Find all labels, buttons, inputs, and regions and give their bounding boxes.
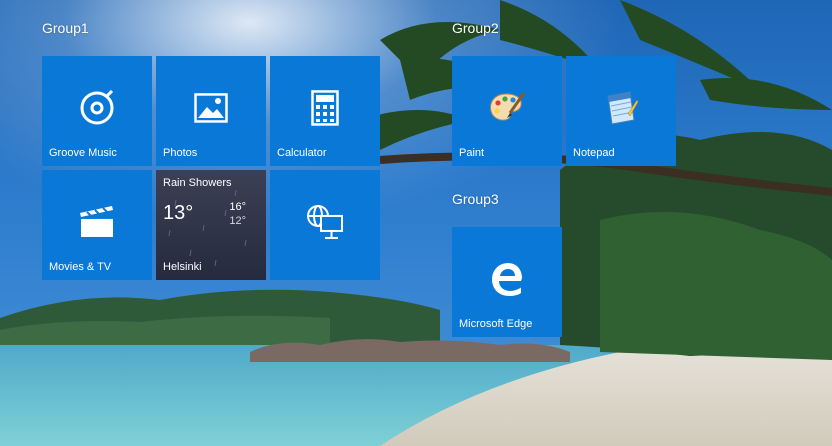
weather-temperature: 13° xyxy=(163,202,194,224)
group-label-2: Group2 xyxy=(452,20,499,36)
tile-groove-music[interactable]: Groove Music xyxy=(42,56,152,166)
tile-label: Photos xyxy=(163,147,198,159)
tile-label: Paint xyxy=(459,147,485,159)
groove-music-icon xyxy=(78,89,116,127)
weather-low: 12° xyxy=(229,215,246,227)
tile-photos[interactable]: Photos xyxy=(156,56,266,166)
weather-location: Helsinki xyxy=(163,261,202,273)
weather-condition: Rain Showers xyxy=(163,177,232,189)
paint-palette-icon xyxy=(488,89,526,127)
tile-label: Movies & TV xyxy=(49,261,112,273)
calculator-icon xyxy=(306,89,344,127)
photos-icon xyxy=(192,89,230,127)
edge-icon xyxy=(488,260,526,298)
tile-label: Notepad xyxy=(573,147,615,159)
tile-weather[interactable]: Rain Showers 13° 16° 12° Helsinki xyxy=(156,170,266,280)
tile-label: Microsoft Edge xyxy=(459,318,533,330)
tile-notepad[interactable]: Notepad xyxy=(566,56,676,166)
tile-label: Groove Music xyxy=(49,147,117,159)
tile-network[interactable] xyxy=(270,170,380,280)
tile-calculator[interactable]: Calculator xyxy=(270,56,380,166)
weather-high: 16° xyxy=(229,201,246,213)
tile-microsoft-edge[interactable]: Microsoft Edge xyxy=(452,227,562,337)
network-globe-icon xyxy=(306,203,344,241)
tile-paint[interactable]: Paint xyxy=(452,56,562,166)
movies-tv-icon xyxy=(78,203,116,241)
tile-label: Calculator xyxy=(277,147,327,159)
group-label-3: Group3 xyxy=(452,191,499,207)
group-label-1: Group1 xyxy=(42,20,89,36)
notepad-icon xyxy=(602,89,640,127)
tile-movies-tv[interactable]: Movies & TV xyxy=(42,170,152,280)
